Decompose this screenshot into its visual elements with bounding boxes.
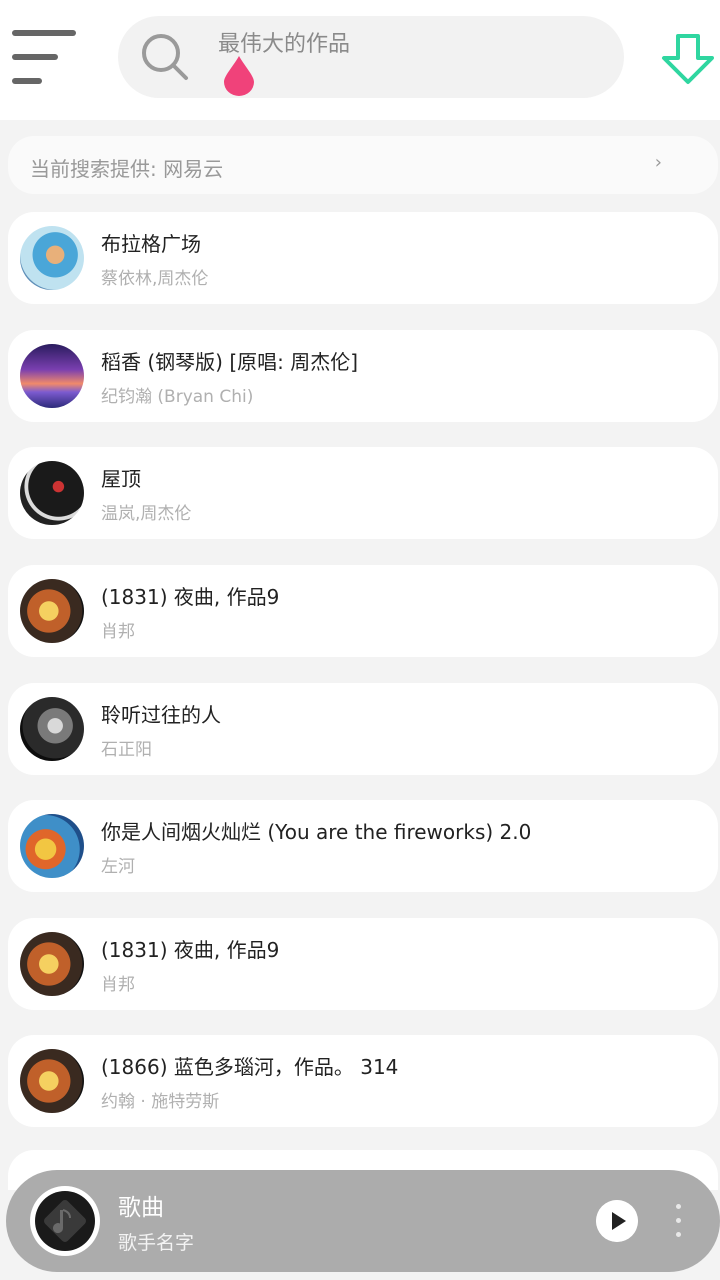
mini-player[interactable]: 歌曲 歌手名字 <box>6 1170 720 1272</box>
list-item[interactable]: 稻香 (钢琴版) [原唱: 周杰伦] 纪钧瀚 (Bryan Chi) <box>8 330 718 422</box>
album-cover <box>20 1049 84 1113</box>
top-bar: 最伟大的作品 <box>0 0 720 120</box>
play-icon[interactable] <box>596 1200 638 1242</box>
song-artist: 石正阳 <box>101 740 152 760</box>
menu-icon[interactable] <box>12 30 78 86</box>
player-song-title: 歌曲 <box>118 1195 164 1221</box>
song-title: (1831) 夜曲, 作品9 <box>101 585 280 609</box>
song-artist: 蔡依林,周杰伦 <box>101 269 209 289</box>
player-artist-name: 歌手名字 <box>118 1232 195 1254</box>
song-title: (1866) 蓝色多瑙河，作品。 314 <box>101 1055 399 1079</box>
list-item[interactable]: 聆听过往的人 石正阳 <box>8 683 718 775</box>
album-cover <box>20 814 84 878</box>
list-item[interactable]: 屋顶 温岚,周杰伦 <box>8 447 718 539</box>
song-artist: 温岚,周杰伦 <box>101 504 192 524</box>
song-artist: 左河 <box>101 857 135 877</box>
album-cover <box>20 344 84 408</box>
song-artist: 肖邦 <box>101 622 135 642</box>
list-item[interactable]: (1831) 夜曲, 作品9 肖邦 <box>8 565 718 657</box>
album-disc-icon[interactable] <box>30 1186 100 1256</box>
chevron-right-icon: › <box>654 152 662 173</box>
album-cover <box>20 461 84 525</box>
song-title: 布拉格广场 <box>101 232 201 256</box>
song-title: 稻香 (钢琴版) [原唱: 周杰伦] <box>101 350 359 374</box>
song-artist: 约翰 · 施特劳斯 <box>101 1092 220 1112</box>
download-arrow-icon[interactable] <box>660 32 716 88</box>
list-item[interactable]: 布拉格广场 蔡依林,周杰伦 <box>8 212 718 304</box>
album-cover <box>20 932 84 996</box>
song-artist: 肖邦 <box>101 975 135 995</box>
list-item[interactable]: (1831) 夜曲, 作品9 肖邦 <box>8 918 718 1010</box>
search-icon <box>142 34 188 80</box>
song-title: 你是人间烟火灿烂 (You are the fireworks) 2.0 <box>101 820 532 844</box>
search-source-selector[interactable]: 当前搜索提供: 网易云 › <box>8 136 718 194</box>
album-cover <box>20 579 84 643</box>
list-item[interactable]: (1866) 蓝色多瑙河，作品。 314 约翰 · 施特劳斯 <box>8 1035 718 1127</box>
list-item[interactable]: 你是人间烟火灿烂 (You are the fireworks) 2.0 左河 <box>8 800 718 892</box>
song-artist: 纪钧瀚 (Bryan Chi) <box>101 387 254 407</box>
album-cover <box>20 226 84 290</box>
search-source-label: 当前搜索提供: 网易云 <box>30 157 224 181</box>
album-cover <box>20 697 84 761</box>
search-input[interactable]: 最伟大的作品 <box>118 16 624 98</box>
song-title: 屋顶 <box>101 467 141 491</box>
song-title: 聆听过往的人 <box>101 703 221 727</box>
more-vertical-icon[interactable] <box>668 1200 688 1242</box>
song-title: (1831) 夜曲, 作品9 <box>101 938 280 962</box>
text-cursor-drop-icon[interactable] <box>222 54 256 96</box>
